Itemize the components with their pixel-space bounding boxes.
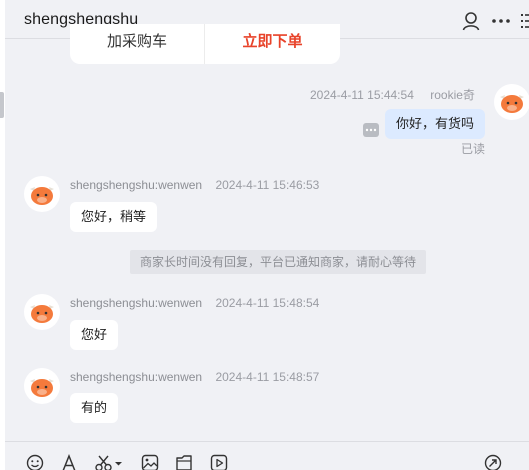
- emoji-icon[interactable]: [26, 454, 44, 470]
- list-icon[interactable]: [521, 11, 529, 31]
- message-meta: shengshengshu:wenwen 2024-4-11 15:48:54: [70, 296, 319, 310]
- more-icon[interactable]: [491, 11, 511, 31]
- font-icon[interactable]: [60, 453, 78, 470]
- message-sender: shengshengshu:wenwen: [70, 296, 203, 310]
- buy-now-button[interactable]: 立即下单: [205, 24, 340, 64]
- chat-window: shengshengshu 加采购车 立即下单 2024-4-11 15:44:…: [0, 0, 529, 470]
- message-bubble[interactable]: 您好，稍等: [70, 202, 158, 232]
- message-time: 2024-4-11 15:46:53: [215, 178, 320, 192]
- avatar[interactable]: [494, 84, 529, 120]
- avatar[interactable]: [24, 368, 60, 404]
- user-icon[interactable]: [461, 11, 481, 31]
- message-bubble[interactable]: 您好: [70, 320, 119, 350]
- message-sender: shengshengshu:wenwen: [70, 178, 203, 192]
- avatar[interactable]: [24, 176, 60, 212]
- system-notice: 商家长时间没有回复，平台已通知商家，请耐心等待: [130, 250, 426, 274]
- message-bubble[interactable]: 有的: [70, 393, 119, 423]
- message-meta: shengshengshu:wenwen 2024-4-11 15:48:57: [70, 370, 319, 384]
- message-sender: rookie奇: [430, 88, 475, 102]
- message-time: 2024-4-11 15:48:54: [215, 296, 320, 310]
- file-icon[interactable]: [175, 454, 193, 470]
- image-icon[interactable]: [141, 454, 159, 470]
- message-time: 2024-4-11 15:48:57: [215, 370, 320, 384]
- video-icon[interactable]: [210, 454, 228, 470]
- read-status: 已读: [461, 142, 486, 156]
- message-sender: shengshengshu:wenwen: [70, 370, 203, 384]
- send-icon[interactable]: [484, 454, 502, 470]
- resize-handle[interactable]: [0, 92, 4, 118]
- message-meta: 2024-4-11 15:44:54 rookie奇: [310, 86, 475, 103]
- avatar[interactable]: [24, 294, 60, 330]
- input-toolbar: [5, 441, 529, 470]
- message-time: 2024-4-11 15:44:54: [310, 88, 414, 102]
- message-more-icon[interactable]: [363, 123, 379, 137]
- message-meta: shengshengshu:wenwen 2024-4-11 15:46:53: [70, 178, 319, 192]
- scissors-icon[interactable]: [94, 454, 124, 470]
- message-bubble[interactable]: 你好，有货吗: [385, 109, 486, 139]
- left-panel-edge: [0, 0, 5, 470]
- add-to-cart-button[interactable]: 加采购车: [70, 24, 205, 64]
- product-card: 加采购车 立即下单: [70, 24, 340, 64]
